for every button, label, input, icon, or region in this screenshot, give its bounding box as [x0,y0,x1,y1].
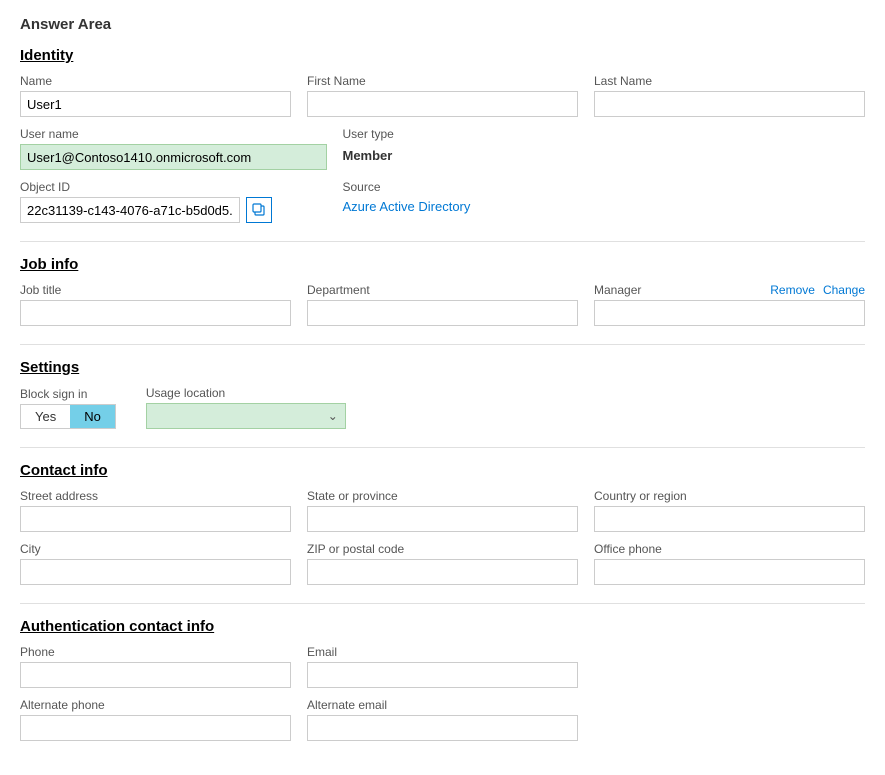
altemail-group: Alternate email [307,698,578,741]
jobtitle-group: Job title [20,283,291,326]
name-group: Name [20,74,291,117]
manager-actions: Remove Change [770,283,865,297]
firstname-input[interactable] [307,91,578,117]
usagelocation-label: Usage location [146,386,346,400]
settings-section: Settings Block sign in Yes No Usage loca… [20,359,865,429]
usertype-value: Member [343,144,543,167]
zip-label: ZIP or postal code [307,542,578,556]
jobinfo-section-title: Job info [20,256,865,273]
blocksignin-toggle: Yes No [20,404,116,429]
streetaddress-input[interactable] [20,506,291,532]
contactinfo-row-1: Street address State or province Country… [20,489,865,532]
usertype-label: User type [343,127,543,141]
source-label: Source [343,180,543,194]
name-label: Name [20,74,291,88]
contactinfo-section-title: Contact info [20,462,865,479]
usagelocation-select[interactable] [146,403,346,429]
lastname-label: Last Name [594,74,865,88]
officephone-group: Office phone [594,542,865,585]
objectid-input[interactable] [20,197,240,223]
manager-remove-link[interactable]: Remove [770,283,815,297]
identity-row-1: Name First Name Last Name [20,74,865,117]
streetaddress-label: Street address [20,489,291,503]
settings-row-1: Block sign in Yes No Usage location ⌄ [20,386,865,429]
divider-4 [20,603,865,604]
name-input[interactable] [20,91,291,117]
jobtitle-label: Job title [20,283,291,297]
objectid-label: Object ID [20,180,327,194]
source-group: Source Azure Active Directory [343,180,543,216]
firstname-group: First Name [307,74,578,117]
state-group: State or province [307,489,578,532]
city-label: City [20,542,291,556]
blocksignin-label: Block sign in [20,387,116,401]
streetaddress-group: Street address [20,489,291,532]
source-value[interactable]: Azure Active Directory [343,197,543,216]
copy-icon[interactable] [246,197,272,223]
department-input[interactable] [307,300,578,326]
department-label: Department [307,283,578,297]
altphone-group: Alternate phone [20,698,291,741]
officephone-label: Office phone [594,542,865,556]
country-group: Country or region [594,489,865,532]
zip-input[interactable] [307,559,578,585]
username-input[interactable] [20,144,327,170]
contactinfo-section: Contact info Street address State or pro… [20,462,865,585]
manager-label: Manager [594,283,641,297]
objectid-group: Object ID [20,180,327,223]
officephone-input[interactable] [594,559,865,585]
usagelocation-dropdown: ⌄ [146,403,346,429]
identity-row-3: Object ID Source Azure Active Directory [20,180,865,223]
objectid-row [20,197,327,223]
username-group: User name [20,127,327,170]
email-input[interactable] [307,662,578,688]
authcontact-section-title: Authentication contact info [20,618,865,635]
authcontact-section: Authentication contact info Phone Email … [20,618,865,741]
jobinfo-row-1: Job title Department Manager Remove Chan… [20,283,865,326]
altphone-input[interactable] [20,715,291,741]
page-title: Answer Area [20,16,865,33]
lastname-group: Last Name [594,74,865,117]
city-group: City [20,542,291,585]
divider-1 [20,241,865,242]
email-label: Email [307,645,578,659]
state-label: State or province [307,489,578,503]
altemail-input[interactable] [307,715,578,741]
usagelocation-group: Usage location ⌄ [146,386,346,429]
identity-section: Identity Name First Name Last Name User … [20,47,865,223]
department-group: Department [307,283,578,326]
country-input[interactable] [594,506,865,532]
blocksignin-group: Block sign in Yes No [20,387,116,429]
country-label: Country or region [594,489,865,503]
jobtitle-input[interactable] [20,300,291,326]
altemail-label: Alternate email [307,698,578,712]
manager-header: Manager Remove Change [594,283,865,297]
email-group: Email [307,645,578,688]
manager-input[interactable] [594,300,865,326]
state-input[interactable] [307,506,578,532]
phone-label: Phone [20,645,291,659]
authcontact-row-2: Alternate phone Alternate email [20,698,865,741]
manager-group: Manager Remove Change [594,283,865,326]
settings-section-title: Settings [20,359,865,376]
username-label: User name [20,127,327,141]
identity-section-title: Identity [20,47,865,64]
authcontact-row-1: Phone Email [20,645,865,688]
lastname-input[interactable] [594,91,865,117]
divider-3 [20,447,865,448]
identity-row-2: User name User type Member [20,127,865,170]
blocksignin-yes-button[interactable]: Yes [21,405,70,428]
usertype-group: User type Member [343,127,543,167]
phone-input[interactable] [20,662,291,688]
altphone-label: Alternate phone [20,698,291,712]
contactinfo-row-2: City ZIP or postal code Office phone [20,542,865,585]
firstname-label: First Name [307,74,578,88]
divider-2 [20,344,865,345]
jobinfo-section: Job info Job title Department Manager Re… [20,256,865,326]
city-input[interactable] [20,559,291,585]
manager-change-link[interactable]: Change [823,283,865,297]
blocksignin-no-button[interactable]: No [70,405,115,428]
phone-group: Phone [20,645,291,688]
zip-group: ZIP or postal code [307,542,578,585]
